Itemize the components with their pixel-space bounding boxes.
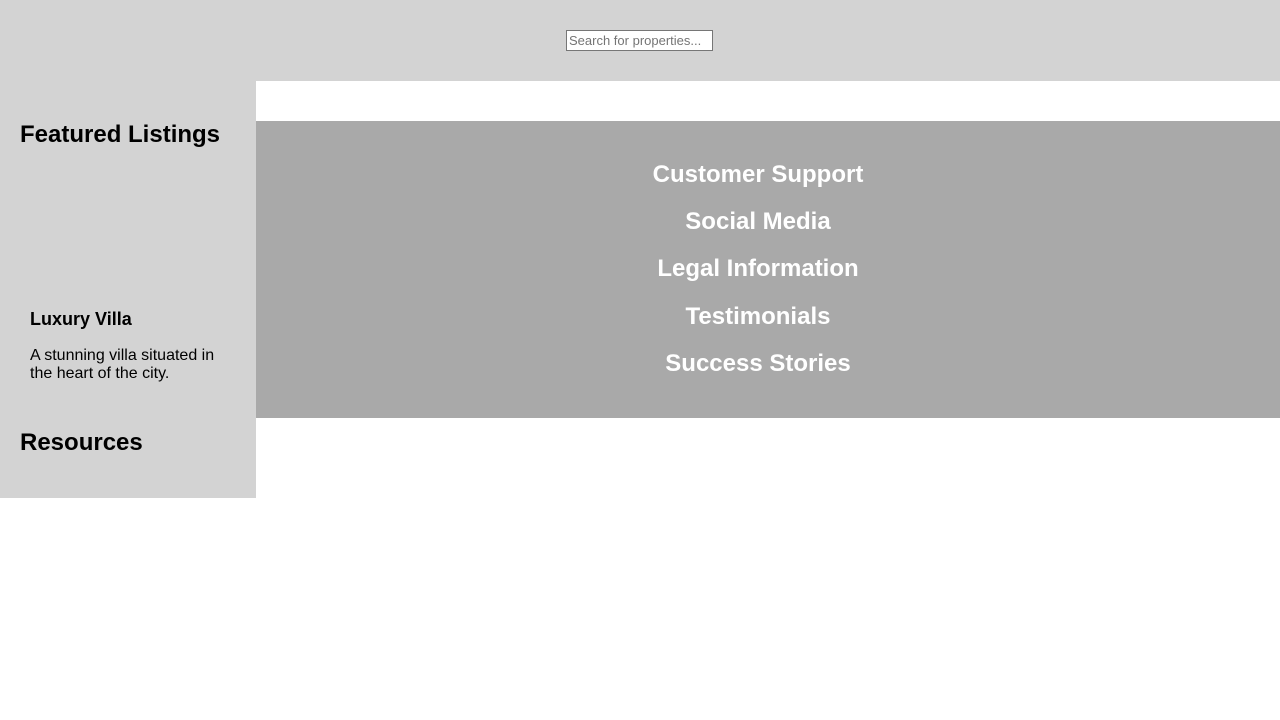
listing-title[interactable]: Luxury Villa	[30, 308, 132, 330]
resources-heading: Resources	[20, 429, 143, 456]
testimonials-heading: Testimonials	[685, 303, 831, 330]
customer-support-heading: Customer Support	[652, 161, 864, 188]
listing-description: A stunning villa situated in the heart o…	[30, 347, 215, 382]
search-input[interactable]	[566, 30, 713, 51]
sidebar: Featured Listings Luxury Villa A stunnin…	[0, 81, 256, 498]
social-media-heading: Social Media	[685, 208, 831, 235]
header-bar	[0, 0, 1280, 81]
listing-image[interactable]	[30, 163, 226, 293]
footer-panel: Customer Support Social Media Legal Info…	[256, 121, 1280, 418]
success-stories-heading: Success Stories	[665, 350, 851, 377]
featured-listings-heading: Featured Listings	[20, 121, 221, 148]
legal-information-heading: Legal Information	[657, 255, 859, 282]
